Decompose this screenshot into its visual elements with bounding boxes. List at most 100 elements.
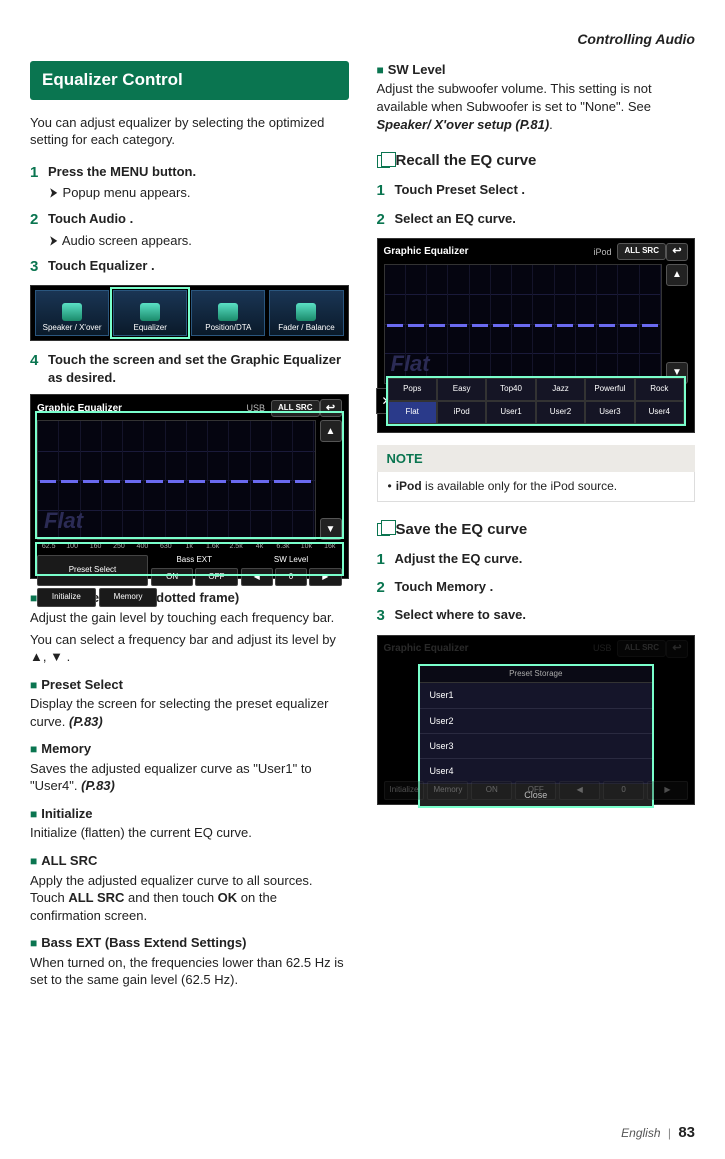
save-step-1: 1 Adjust the EQ curve. bbox=[377, 550, 696, 570]
audio-menu-screenshot: Speaker / X'over Equalizer Position/DTA … bbox=[30, 285, 349, 341]
equalizer-key: Equalizer bbox=[90, 258, 148, 273]
t: . bbox=[126, 211, 133, 226]
step-text: Touch Equalizer . bbox=[48, 257, 349, 275]
curve-name: Flat bbox=[44, 506, 83, 536]
on-button: ON bbox=[151, 568, 193, 587]
square-icon: ■ bbox=[30, 854, 37, 868]
label: Fader / Balance bbox=[278, 323, 334, 334]
storage-user2: User2 bbox=[420, 709, 653, 734]
step-1: 1 Press the MENU button. ➤ Popup menu ap… bbox=[30, 163, 349, 202]
step-result: ➤ Audio screen appears. bbox=[48, 232, 349, 250]
initialize-button: Initialize bbox=[384, 781, 425, 800]
left-column: Equalizer Control You can adjust equaliz… bbox=[30, 61, 349, 993]
item-desc: Initialize (flatten) the current EQ curv… bbox=[30, 824, 349, 842]
preset-user3: User3 bbox=[585, 401, 634, 424]
preset-jazz: Jazz bbox=[536, 378, 585, 401]
step-number: 1 bbox=[30, 163, 48, 202]
item-allsrc: ■ALL SRC Apply the adjusted equalizer cu… bbox=[30, 852, 349, 924]
window-icon bbox=[377, 155, 390, 168]
all-src-button: ALL SRC bbox=[617, 243, 666, 260]
position-dta-tile: Position/DTA bbox=[191, 290, 265, 336]
step-number: 4 bbox=[30, 351, 48, 386]
square-icon: ■ bbox=[30, 678, 37, 692]
gain-up-button: ▲ bbox=[666, 264, 688, 286]
item-memory: ■Memory Saves the adjusted equalizer cur… bbox=[30, 740, 349, 795]
preset-storage-screenshot: Graphic Equalizer USB ALL SRC ↩ Preset S… bbox=[377, 635, 696, 805]
item-preset: ■Preset Select Display the screen for se… bbox=[30, 676, 349, 731]
gain-up-button: ▲ bbox=[320, 420, 342, 442]
separator: | bbox=[668, 1126, 671, 1140]
step-text: Touch Preset Select . bbox=[395, 181, 696, 201]
item-title: Bass EXT bbox=[41, 935, 101, 950]
all-src-button: ALL SRC bbox=[271, 400, 320, 417]
window-icon bbox=[377, 523, 390, 536]
storage-user1: User1 bbox=[420, 683, 653, 708]
step-2: 2 Touch Audio . ➤ Audio screen appears. bbox=[30, 210, 349, 249]
speaker-xover-tile: Speaker / X'over bbox=[35, 290, 109, 336]
item-desc: Adjust the gain level by touching each f… bbox=[30, 609, 349, 627]
source-label: iPod bbox=[593, 246, 611, 258]
step-4: 4 Touch the screen and set the Graphic E… bbox=[30, 351, 349, 386]
t: Popup menu appears. bbox=[63, 185, 191, 200]
storage-title: Preset Storage bbox=[420, 666, 653, 684]
step-number: 1 bbox=[377, 550, 395, 570]
equalizer-tile: Equalizer bbox=[113, 290, 187, 336]
step-number: 1 bbox=[377, 181, 395, 201]
item-title: Preset Select bbox=[41, 677, 123, 692]
item-bassext: ■Bass EXT (Bass Extend Settings) When tu… bbox=[30, 934, 349, 989]
preset-user4: User4 bbox=[635, 401, 684, 424]
step-text: Press the MENU button. bbox=[48, 163, 349, 181]
page-ref: (P.83) bbox=[81, 778, 115, 793]
audio-key: Audio bbox=[89, 211, 126, 226]
item-desc: Apply the adjusted equalizer curve to al… bbox=[30, 872, 349, 925]
step-number: 3 bbox=[30, 257, 48, 277]
preset-user2: User2 bbox=[536, 401, 585, 424]
item-initialize: ■Initialize Initialize (flatten) the cur… bbox=[30, 805, 349, 842]
chapter-header: Controlling Audio bbox=[30, 30, 695, 49]
fader-balance-tile: Fader / Balance bbox=[269, 290, 343, 336]
save-heading: Save the EQ curve bbox=[377, 520, 696, 540]
step-text: Select where to save. bbox=[395, 606, 696, 626]
note-box: NOTE •iPod is available only for the iPo… bbox=[377, 445, 696, 502]
square-icon: ■ bbox=[30, 742, 37, 756]
eq-graph: Flat bbox=[37, 420, 316, 540]
t: Audio screen appears. bbox=[62, 233, 192, 248]
preset-user1: User1 bbox=[486, 401, 535, 424]
page-ref: Speaker/ X'over setup (P.81) bbox=[377, 117, 550, 132]
preset-popup: Pops Easy Top40 Jazz Powerful Rock Flat … bbox=[386, 376, 687, 426]
step-text: Touch Audio . bbox=[48, 210, 349, 228]
item-title: SW Level bbox=[388, 62, 446, 77]
recall-step-2: 2 Select an EQ curve. bbox=[377, 210, 696, 230]
label: Speaker / X'over bbox=[43, 323, 102, 334]
t: Touch bbox=[48, 211, 89, 226]
preset-select-button: Preset Select bbox=[37, 555, 148, 587]
step-text: Select an EQ curve. bbox=[395, 210, 696, 230]
source-label: USB bbox=[246, 402, 265, 414]
step-number: 2 bbox=[377, 210, 395, 230]
step-text: Touch Memory . bbox=[395, 578, 696, 598]
section-title: Equalizer Control bbox=[30, 61, 349, 100]
label: Position/DTA bbox=[205, 323, 251, 334]
geq-title: Graphic Equalizer bbox=[37, 402, 122, 416]
intro-text: You can adjust equalizer by selecting th… bbox=[30, 114, 349, 149]
save-step-3: 3 Select where to save. bbox=[377, 606, 696, 626]
preset-select-screenshot: Graphic Equalizer iPod ALL SRC ↩ Flat ▲ … bbox=[377, 238, 696, 433]
memory-button: Memory bbox=[99, 588, 158, 607]
back-icon: ↩ bbox=[666, 243, 688, 261]
right-column: ■SW Level Adjust the subwoofer volume. T… bbox=[377, 61, 696, 993]
step-number: 3 bbox=[377, 606, 395, 626]
item-desc: Adjust the subwoofer volume. This settin… bbox=[377, 80, 696, 133]
sw-value: 0 bbox=[603, 781, 644, 800]
t: Touch bbox=[48, 258, 90, 273]
off-button: OFF bbox=[195, 568, 237, 587]
content-columns: Equalizer Control You can adjust equaliz… bbox=[30, 61, 695, 993]
t: button. bbox=[148, 164, 196, 179]
item-title: Initialize bbox=[41, 806, 92, 821]
preset-powerful: Powerful bbox=[585, 378, 634, 401]
chevron-right-icon: ➤ bbox=[50, 184, 58, 202]
equalizer-icon bbox=[140, 303, 160, 321]
item-desc: Saves the adjusted equalizer curve as "U… bbox=[30, 760, 349, 795]
on-button: ON bbox=[471, 781, 512, 800]
recall-step-1: 1 Touch Preset Select . bbox=[377, 181, 696, 201]
sw-dec-button: ◀ bbox=[241, 568, 273, 587]
